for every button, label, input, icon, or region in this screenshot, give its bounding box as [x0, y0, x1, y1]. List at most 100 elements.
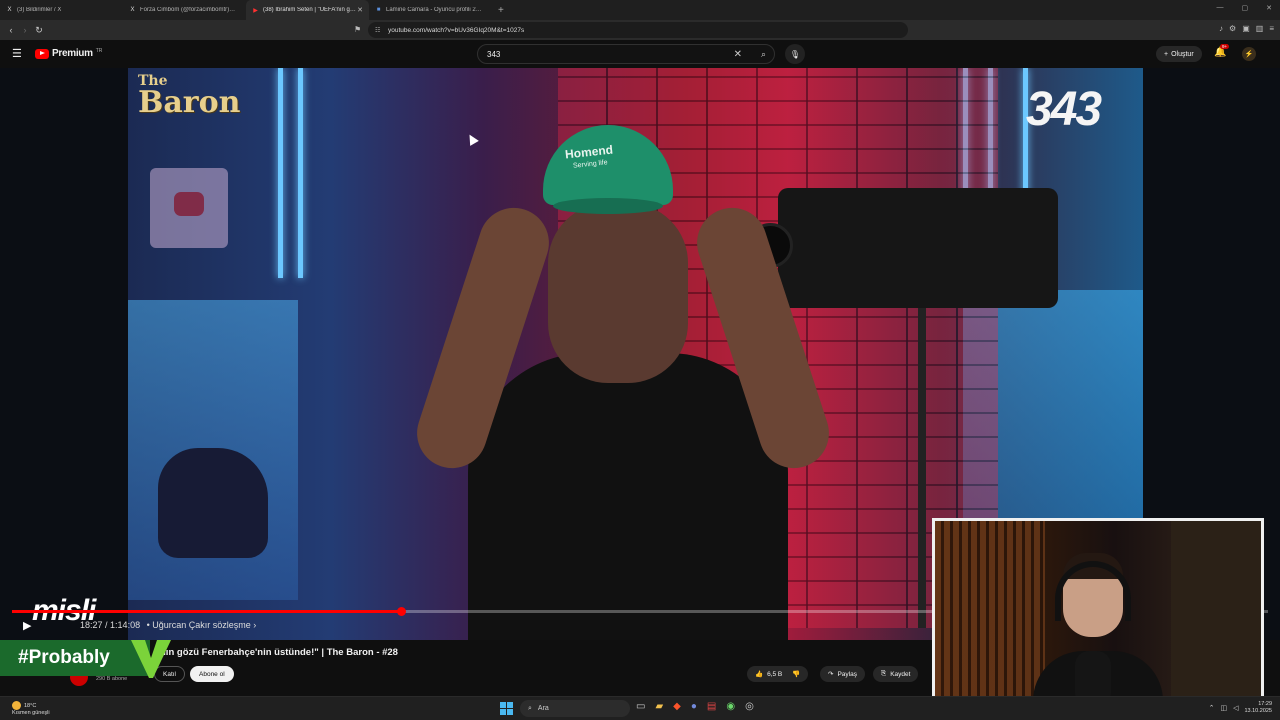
progress-fill: [12, 610, 402, 613]
sidebar-icon[interactable]: ▥: [1256, 24, 1264, 33]
tab-transfermarkt[interactable]: ■ Lamine Camara - Oyuncu profili 25/26: [369, 0, 492, 20]
weather-sun-icon: [12, 701, 21, 710]
youtube-header: ☰ Premium TR 343 ✕ ⌕ 🎙 + Oluştur 🔔 9+ ⚡: [0, 40, 1280, 68]
cap-subtext: Serving life: [572, 159, 608, 170]
play-button-award: [150, 168, 228, 248]
youtube-play-icon: [35, 48, 49, 59]
save-icon: ⎘: [881, 670, 887, 677]
site-info-icon[interactable]: ☷: [375, 27, 380, 34]
transfermarkt-icon: ■: [376, 7, 381, 13]
bookmark-icon[interactable]: ⚑: [354, 25, 361, 34]
probably-banner: #Probably: [0, 640, 150, 676]
taskbar-search-input[interactable]: ⌕ Ara: [520, 700, 630, 717]
neon-strip: [298, 68, 303, 278]
elephant-statue: [158, 448, 268, 558]
calendar-app-icon[interactable]: ▤: [707, 701, 716, 712]
steam-icon[interactable]: ◎: [745, 701, 754, 712]
tray-chevron-icon[interactable]: ⌃: [1209, 704, 1215, 712]
back-icon[interactable]: ‹: [4, 25, 18, 35]
notification-badge: 9+: [1220, 44, 1230, 49]
account-avatar[interactable]: ⚡: [1242, 47, 1256, 61]
close-icon[interactable]: ✕: [357, 6, 363, 14]
volume-icon[interactable]: ◁: [1233, 704, 1238, 712]
wallet-icon[interactable]: ▣: [1242, 24, 1250, 33]
taskbar-apps: ▭ ▰ ◆ ● ▤ ◉ ◎: [636, 701, 754, 712]
region-code: TR: [95, 48, 103, 54]
brave-browser-icon[interactable]: ◆: [673, 701, 681, 712]
weather-temp: 18°C: [24, 702, 37, 709]
green-cap: Homend Serving life: [543, 125, 673, 205]
search-icon[interactable]: ⌕: [761, 49, 766, 60]
menu-icon[interactable]: ≡: [1269, 24, 1274, 33]
reload-icon[interactable]: ↻: [32, 25, 46, 36]
address-bar-row: ‹ › ↻ ⚑ ☷ youtube.com/watch?v=bUv36GIq20…: [0, 20, 1280, 40]
save-label: Kaydet: [890, 670, 911, 678]
host-torso: [468, 353, 788, 640]
x-logo-icon: X: [130, 7, 135, 13]
file-explorer-icon[interactable]: ▰: [655, 701, 663, 712]
url-field[interactable]: ☷ youtube.com/watch?v=bUv36GIq20M&t=1027…: [368, 22, 908, 38]
play-icon[interactable]: ▶: [23, 619, 31, 632]
thumbs-down-icon[interactable]: 👎: [792, 670, 800, 678]
network-icon[interactable]: ◫: [1220, 704, 1227, 712]
clock[interactable]: 17:29 13.10.2025: [1244, 701, 1272, 715]
save-button[interactable]: ⎘ Kaydet: [873, 666, 919, 682]
xbox-icon[interactable]: ◉: [726, 701, 735, 712]
tab-label: Forza Cimbom (@forzacimbomtr) / X: [140, 7, 236, 13]
maximize-icon[interactable]: ▢: [1242, 4, 1249, 12]
search-input[interactable]: 343 ✕ ⌕: [477, 44, 775, 64]
windows-start-icon[interactable]: [500, 702, 513, 715]
subscribe-button[interactable]: Abone ol: [190, 666, 234, 682]
forward-icon[interactable]: ›: [18, 25, 32, 35]
tab-label: (38) İbrahim Seten | "UEFA'nın gözü: [263, 7, 359, 13]
task-view-icon[interactable]: ▭: [636, 701, 645, 712]
time-display: 18:27 / 1:14:08 • Uğurcan Çakır sözleşme…: [80, 620, 257, 630]
close-window-icon[interactable]: ✕: [1266, 4, 1272, 12]
x-logo-icon: X: [7, 7, 12, 13]
url-text: youtube.com/watch?v=bUv36GIq20M&t=1027s: [388, 26, 525, 34]
music-icon[interactable]: ♪: [1219, 24, 1223, 33]
windows-taskbar: 18°C Kısmen güneşli ⌕ Ara ▭ ▰ ◆ ● ▤ ◉ ◎ …: [0, 696, 1280, 720]
share-button[interactable]: ↷ Paylaş: [820, 666, 865, 682]
minimize-icon[interactable]: —: [1217, 4, 1224, 12]
clock-date: 13.10.2025: [1244, 708, 1272, 715]
share-label: Paylaş: [837, 670, 857, 678]
create-button[interactable]: + Oluştur: [1156, 46, 1202, 62]
new-tab-button[interactable]: +: [498, 5, 504, 16]
create-label: Oluştur: [1171, 50, 1194, 58]
plus-icon: +: [1164, 50, 1169, 58]
search-placeholder: Ara: [537, 705, 549, 712]
host-figure: Homend Serving life: [407, 123, 839, 640]
current-time: 18:27: [80, 620, 103, 630]
cap-brim: [553, 198, 663, 214]
extension-icon[interactable]: ⚙: [1229, 24, 1236, 33]
youtube-premium-logo[interactable]: Premium TR: [35, 48, 102, 59]
343-logo: 343: [1026, 83, 1102, 136]
like-button[interactable]: 👍 6,5 B 👎: [747, 666, 809, 682]
wood-slat-wall: [935, 521, 1045, 701]
tab-youtube-video[interactable]: ▶ (38) İbrahim Seten | "UEFA'nın gözü ✕: [246, 0, 369, 20]
share-icon: ↷: [828, 671, 834, 678]
microphone-icon[interactable]: 🎙: [785, 44, 805, 64]
brand-text: Premium: [52, 48, 93, 59]
hamburger-menu-icon[interactable]: ☰: [12, 47, 22, 60]
the-baron-logo: The Baron: [138, 74, 240, 144]
webcam-overlay: [932, 518, 1264, 704]
neon-strip: [278, 68, 283, 278]
probably-v-mark: [131, 640, 171, 678]
scrubber-handle[interactable]: [396, 607, 406, 616]
chapter-title[interactable]: • Uğurcan Çakır sözleşme ›: [147, 620, 257, 630]
youtube-icon: ▶: [253, 7, 258, 14]
discord-icon[interactable]: ●: [691, 701, 697, 712]
window-controls: — ▢ ✕: [1217, 4, 1273, 12]
browser-tab-bar: X (3) Bildirimler / X X Forza Cimbom (@f…: [0, 0, 1280, 20]
weather-widget[interactable]: 18°C Kısmen güneşli: [12, 701, 50, 717]
tab-notifications[interactable]: X (3) Bildirimler / X: [0, 0, 123, 20]
total-time: 1:14:08: [110, 620, 141, 630]
notifications-bell-icon[interactable]: 🔔 9+: [1214, 44, 1230, 58]
clear-search-icon[interactable]: ✕: [734, 49, 742, 60]
tab-label: (3) Bildirimler / X: [17, 7, 62, 13]
extension-icons: ♪ ⚙ ▣ ▥ ≡: [1219, 24, 1274, 33]
video-camera: [748, 188, 1058, 308]
tab-forza-cimbom[interactable]: X Forza Cimbom (@forzacimbomtr) / X: [123, 0, 246, 20]
